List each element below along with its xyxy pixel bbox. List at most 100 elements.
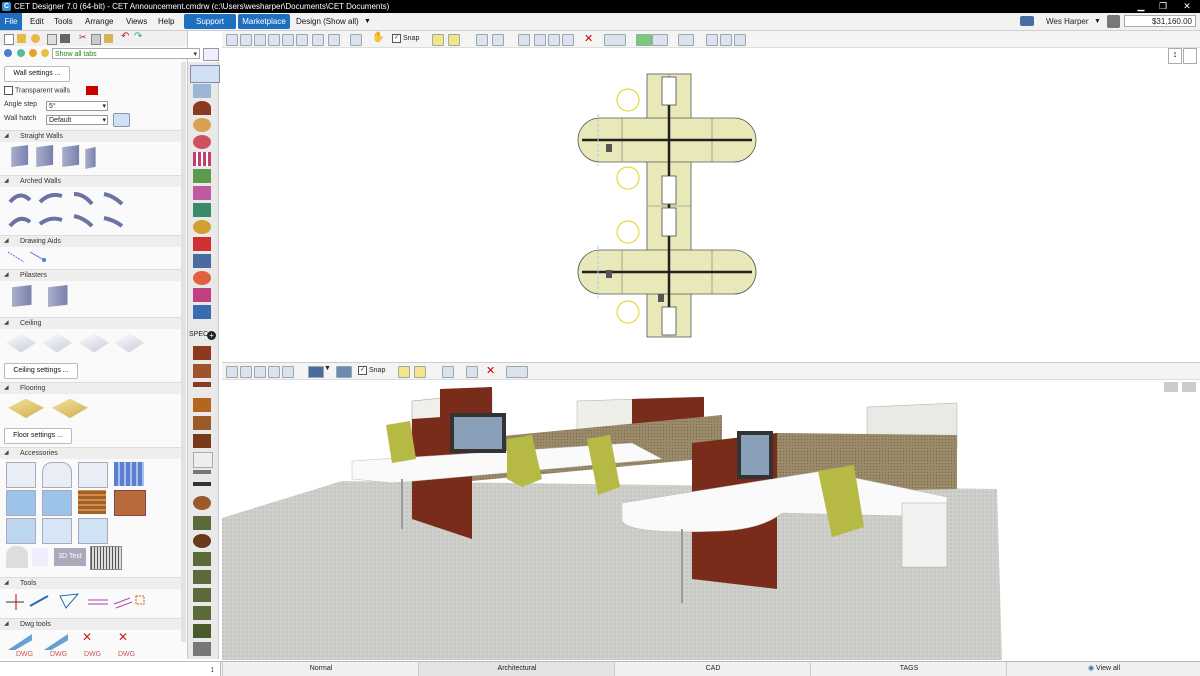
camera-library-icon[interactable] xyxy=(193,254,211,268)
furniture-icon[interactable] xyxy=(193,101,211,115)
misc-icon[interactable] xyxy=(193,642,211,656)
rings-icon[interactable] xyxy=(193,220,211,234)
panel-toggle-icon[interactable] xyxy=(203,48,219,61)
wall-hatch-select[interactable]: Default ▾ xyxy=(46,115,108,125)
group-icon[interactable] xyxy=(636,34,652,46)
select-lasso-icon[interactable] xyxy=(492,34,504,46)
menu-help[interactable]: Help xyxy=(152,13,180,30)
curtain-library-icon[interactable] xyxy=(193,152,211,166)
menu-views[interactable]: Views xyxy=(120,13,153,30)
tab-architectural[interactable]: Architectural xyxy=(418,662,615,676)
plan-chair[interactable] xyxy=(616,88,640,112)
avatar[interactable] xyxy=(1107,15,1120,28)
user-chevron-down-icon[interactable]: ▼ xyxy=(1094,13,1101,30)
chair-icon[interactable] xyxy=(193,588,211,602)
render-icon[interactable] xyxy=(336,366,352,378)
zoom-minus-icon[interactable] xyxy=(282,366,294,378)
plan-monitor[interactable] xyxy=(661,207,677,237)
snap-checkbox[interactable]: ✓ Snap xyxy=(392,31,419,47)
box-icon[interactable] xyxy=(193,84,211,98)
table-icon[interactable] xyxy=(193,452,213,468)
plan-chair[interactable] xyxy=(616,166,640,190)
cabinet-door-tool[interactable] xyxy=(114,490,146,516)
transparent-walls-checkbox[interactable]: Transparent walls xyxy=(4,86,70,95)
storage-icon[interactable] xyxy=(193,398,211,412)
color-icon[interactable] xyxy=(193,271,211,285)
minimize-icon[interactable]: ▁ xyxy=(1130,0,1152,13)
splitter-icon[interactable]: ↕ xyxy=(210,662,215,676)
save-icon[interactable] xyxy=(31,34,40,43)
tab-normal[interactable]: Normal xyxy=(222,662,419,676)
section-ceiling[interactable]: ◢ Ceiling xyxy=(0,317,186,329)
left-panel-scrollbar[interactable] xyxy=(181,62,186,642)
shutter-tool[interactable] xyxy=(78,490,106,514)
round-table-icon[interactable] xyxy=(193,496,211,510)
plan-chair[interactable] xyxy=(616,220,640,244)
design-chevron-down-icon[interactable]: ▼ xyxy=(358,13,377,30)
zoom-plus-icon[interactable] xyxy=(268,34,280,46)
curtain-tool[interactable] xyxy=(6,518,36,544)
opening-tool[interactable] xyxy=(42,518,72,544)
camera-icon[interactable] xyxy=(308,366,324,378)
home-icon[interactable] xyxy=(41,49,49,57)
zoom-extents-icon[interactable] xyxy=(254,366,266,378)
copy-icon[interactable] xyxy=(91,34,101,45)
zoom-previous-icon[interactable] xyxy=(296,34,308,46)
column-tool[interactable] xyxy=(32,548,48,566)
select-rect-icon[interactable] xyxy=(442,366,454,378)
zoom-page-icon[interactable] xyxy=(328,34,340,46)
arched-wall-tools[interactable] xyxy=(4,188,134,232)
angle-step-select[interactable]: 5° ▾ xyxy=(46,101,108,111)
section-drawing-aids[interactable]: ◢ Drawing Aids xyxy=(0,235,186,247)
drawing-aid-tools[interactable] xyxy=(4,248,54,266)
glass-door-tool[interactable] xyxy=(42,490,72,516)
copy-doc-icon[interactable] xyxy=(47,34,57,45)
strip-selected-wall-icon[interactable] xyxy=(190,65,220,83)
design-dropdown[interactable]: Design (Show all) xyxy=(290,13,365,30)
tools-icons[interactable] xyxy=(4,590,154,612)
snap-mode-icon[interactable] xyxy=(414,366,426,378)
wall-settings-button[interactable]: Wall settings ... xyxy=(4,66,70,82)
dwg-clear-icon[interactable]: ✕ xyxy=(118,630,128,644)
chair-library-icon[interactable] xyxy=(193,118,211,132)
grid-window-tool[interactable] xyxy=(114,462,144,486)
chair-icon[interactable] xyxy=(193,570,211,584)
open-folder-icon[interactable] xyxy=(17,34,26,43)
ungroup-icon[interactable] xyxy=(652,34,668,46)
back-icon[interactable] xyxy=(17,49,25,57)
connect-icon[interactable] xyxy=(466,366,478,378)
door-tool[interactable] xyxy=(6,462,36,488)
tab-tags[interactable]: TAGS xyxy=(810,662,1007,676)
office-chair[interactable] xyxy=(386,421,416,463)
bird-icon[interactable] xyxy=(193,288,211,302)
section-dwg-tools[interactable]: ◢ Dwg tools xyxy=(0,618,186,630)
views-icon[interactable] xyxy=(350,34,362,46)
stool-icon[interactable] xyxy=(193,534,211,548)
window-tool[interactable] xyxy=(78,462,108,488)
rail-icon[interactable] xyxy=(193,470,211,474)
distribute-icon[interactable] xyxy=(548,34,560,46)
plan-monitor[interactable] xyxy=(661,76,677,106)
undo-icon[interactable]: ↶ xyxy=(121,31,129,42)
cut-icon[interactable]: ✂ xyxy=(79,32,87,43)
measure-tool-icon[interactable] xyxy=(604,34,626,46)
ceiling-settings-button[interactable]: Ceiling settings ... xyxy=(4,363,78,379)
zoom-selection-icon[interactable] xyxy=(312,34,324,46)
snap-checkbox[interactable]: ✓ Snap xyxy=(358,363,385,379)
globe-icon[interactable] xyxy=(4,49,12,57)
restore-icon[interactable]: ❐ xyxy=(1152,0,1174,13)
plan-chair[interactable] xyxy=(616,300,640,324)
plan-monitor[interactable] xyxy=(661,175,677,205)
section-straight-walls[interactable]: ◢ Straight Walls xyxy=(0,130,186,142)
polyline-icon[interactable] xyxy=(720,34,732,46)
show-tabs-dropdown[interactable]: Show all tabs ▾ xyxy=(52,48,200,59)
menu-edit[interactable]: Edit xyxy=(24,13,50,30)
close-icon[interactable]: ✕ xyxy=(1176,0,1198,13)
delete-icon[interactable]: ✕ xyxy=(584,32,593,45)
text-3d-tool[interactable]: 3D Text xyxy=(54,548,86,566)
zoom-plus-icon[interactable] xyxy=(268,366,280,378)
line-icon[interactable] xyxy=(706,34,718,46)
delete-icon[interactable]: ✕ xyxy=(486,364,495,377)
radiator-tool[interactable] xyxy=(90,546,122,570)
snap-star-icon[interactable] xyxy=(398,366,410,378)
